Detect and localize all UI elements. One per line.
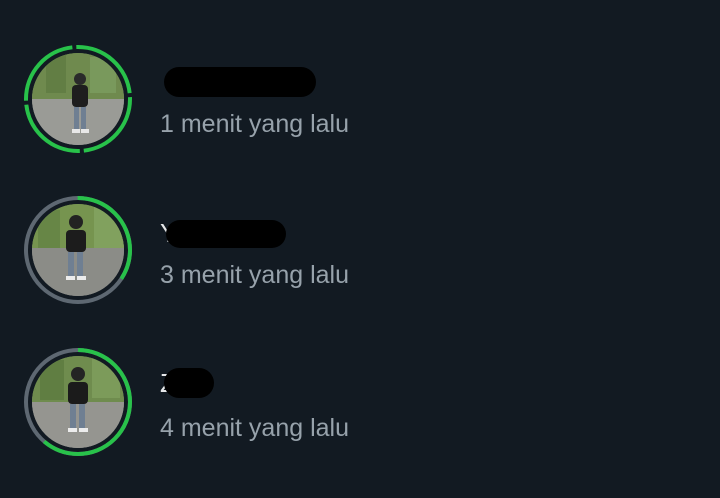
avatar-photo [32, 53, 124, 145]
status-row[interactable]: Z 4 menit yang lalu [0, 346, 720, 466]
name-redaction [164, 67, 316, 97]
contact-name[interactable]: Y li [160, 216, 380, 248]
status-row[interactable]: 1 menit yang lalu [0, 43, 720, 163]
avatar-photo [32, 204, 124, 296]
avatar [32, 53, 124, 145]
contact-name[interactable] [160, 63, 380, 97]
name-redaction [164, 368, 214, 398]
status-time: 1 menit yang lalu [160, 110, 350, 138]
status-row[interactable]: Y li 3 menit yang lalu [0, 194, 720, 314]
status-updates-screen: 1 menit yang lalu 3 menit yang lalu 4 me… [0, 0, 720, 498]
avatar [32, 204, 124, 296]
status-avatar-ring[interactable] [22, 43, 134, 155]
status-time: 3 menit yang lalu [160, 261, 350, 289]
status-avatar-ring[interactable] [22, 194, 134, 306]
status-avatar-ring[interactable] [22, 346, 134, 458]
avatar [32, 356, 124, 448]
name-redaction [166, 220, 286, 248]
avatar-photo [32, 356, 124, 448]
status-time: 4 menit yang lalu [160, 414, 350, 442]
contact-name[interactable]: Z [160, 366, 380, 398]
